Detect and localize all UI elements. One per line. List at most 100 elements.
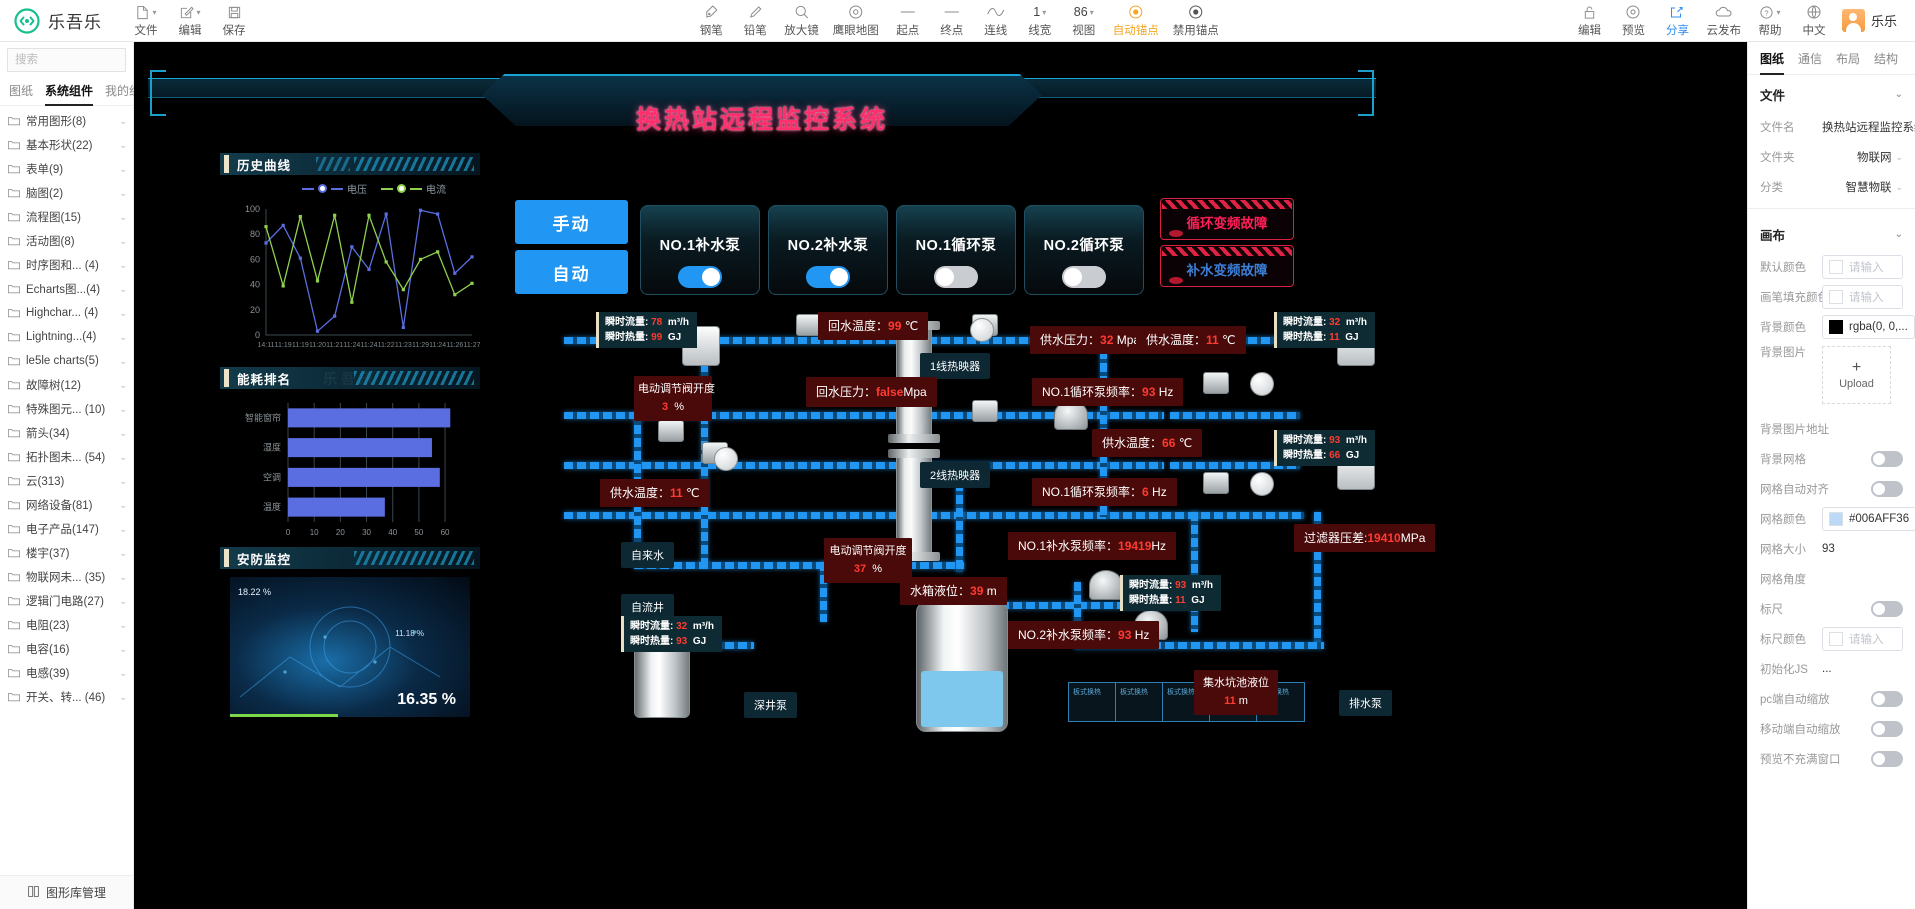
- pressure-gauge-4[interactable]: [1250, 472, 1274, 496]
- row-folder-value[interactable]: 物联网⌄: [1822, 149, 1903, 165]
- pressure-gauge-1[interactable]: [970, 318, 994, 342]
- toolbar-line-width-button[interactable]: 1 ▾ 线宽: [1018, 0, 1062, 42]
- prop-tab-drawing[interactable]: 图纸: [1760, 50, 1784, 74]
- toolbar-curve-button[interactable]: 连线: [974, 0, 1018, 42]
- color-swatch[interactable]: [1829, 512, 1843, 526]
- bg-color-input[interactable]: rgba(0, 0,...: [1822, 315, 1915, 339]
- color-swatch[interactable]: [1829, 320, 1843, 334]
- default-color-input[interactable]: 请输入: [1822, 255, 1903, 279]
- toolbar-pen-button[interactable]: 钢笔: [689, 0, 733, 42]
- tree-item-5[interactable]: 活动图(8)⌄: [0, 229, 133, 253]
- toolbar-line-start-button[interactable]: 起点: [886, 0, 930, 42]
- toolbar-save-button[interactable]: 保存: [212, 0, 256, 42]
- tree-item-0[interactable]: 常用图形(8)⌄: [0, 109, 133, 133]
- grid-size-value[interactable]: 93: [1822, 543, 1903, 555]
- pump-card-makeup-2[interactable]: NO.2补水泵: [768, 205, 888, 295]
- user-menu[interactable]: 乐乐: [1836, 0, 1907, 42]
- tree-item-21[interactable]: 电阻(23)⌄: [0, 613, 133, 637]
- valve-mid-b[interactable]: [1203, 372, 1229, 394]
- toolbar-view-zoom-button[interactable]: 86 ▾ 视图: [1062, 0, 1106, 42]
- tab-system-components[interactable]: 系统组件: [45, 82, 93, 105]
- toolbar-eagle-eye-button[interactable]: 鹰眼地图: [826, 0, 886, 42]
- tree-item-24[interactable]: 开关、转... (46)⌄: [0, 685, 133, 709]
- tree-item-2[interactable]: 表单(9)⌄: [0, 157, 133, 181]
- toolbar-help-button[interactable]: ? ▾ 帮助: [1748, 0, 1792, 42]
- tree-item-12[interactable]: 特殊图元... (10)⌄: [0, 397, 133, 421]
- toolbar-pencil-button[interactable]: 铅笔: [733, 0, 777, 42]
- prop-tab-structure[interactable]: 结构: [1874, 50, 1898, 74]
- toolbar-line-end-button[interactable]: 终点: [930, 0, 974, 42]
- preview-no-fill-toggle[interactable]: [1871, 751, 1903, 767]
- tree-item-13[interactable]: 箭头(34)⌄: [0, 421, 133, 445]
- pen-fill-color-input[interactable]: 请输入: [1822, 285, 1903, 309]
- grid-color-input[interactable]: #006AFF36: [1822, 507, 1915, 531]
- mode-manual-button[interactable]: 手动: [515, 200, 628, 244]
- bg-grid-toggle[interactable]: [1871, 451, 1903, 467]
- file-section-header[interactable]: 文件 ⌄: [1748, 75, 1915, 112]
- toolbar-lock-edit-button[interactable]: 编辑: [1567, 0, 1611, 42]
- pump-card-makeup-1[interactable]: NO.1补水泵: [640, 205, 760, 295]
- valve-mid-a[interactable]: [972, 400, 998, 422]
- tree-item-3[interactable]: 脑图(2)⌄: [0, 181, 133, 205]
- toolbar-language-button[interactable]: 中文: [1792, 0, 1836, 42]
- library-manage-button[interactable]: 图形库管理: [0, 875, 133, 909]
- canvas[interactable]: 换热站远程监控系统 历史曲线: [134, 42, 1747, 909]
- tree-item-17[interactable]: 电子产品(147)⌄: [0, 517, 133, 541]
- color-swatch[interactable]: [1829, 290, 1843, 304]
- alarm-makeup-vfd[interactable]: 补水变频故障: [1160, 245, 1294, 287]
- color-swatch[interactable]: [1829, 260, 1843, 274]
- tree-item-9[interactable]: Lightning...(4)⌄: [0, 325, 133, 349]
- prop-tab-layout[interactable]: 布局: [1836, 50, 1860, 74]
- pump-switch-makeup-2[interactable]: [806, 266, 850, 288]
- mode-auto-button[interactable]: 自动: [515, 250, 628, 294]
- color-swatch[interactable]: [1829, 632, 1843, 646]
- tab-drawings[interactable]: 图纸: [9, 82, 33, 105]
- tree-item-4[interactable]: 流程图(15)⌄: [0, 205, 133, 229]
- ruler-toggle[interactable]: [1871, 601, 1903, 617]
- water-tank[interactable]: [916, 602, 1008, 732]
- toolbar-share-button[interactable]: 分享: [1655, 0, 1699, 42]
- tree-item-20[interactable]: 逻辑门电路(27)⌄: [0, 589, 133, 613]
- grid-snap-toggle[interactable]: [1871, 481, 1903, 497]
- toolbar-preview-button[interactable]: 预览: [1611, 0, 1655, 42]
- canvas-area[interactable]: 换热站远程监控系统 历史曲线: [134, 42, 1747, 909]
- mobile-auto-scale-toggle[interactable]: [1871, 721, 1903, 737]
- tree-item-16[interactable]: 网络设备(81)⌄: [0, 493, 133, 517]
- canvas-section-header[interactable]: 画布 ⌄: [1748, 215, 1915, 252]
- search-input[interactable]: [7, 48, 126, 72]
- tree-item-6[interactable]: 时序图和... (4)⌄: [0, 253, 133, 277]
- tree-item-18[interactable]: 楼宇(37)⌄: [0, 541, 133, 565]
- pump-switch-circ-1[interactable]: [934, 266, 978, 288]
- tree-item-23[interactable]: 电感(39)⌄: [0, 661, 133, 685]
- tree-item-1[interactable]: 基本形状(22)⌄: [0, 133, 133, 157]
- toolbar-file-button[interactable]: ▾ 文件: [124, 0, 168, 42]
- toolbar-edit-button[interactable]: ▾ 编辑: [168, 0, 212, 42]
- tree-item-15[interactable]: 云(313)⌄: [0, 469, 133, 493]
- tree-item-10[interactable]: le5le charts(5)⌄: [0, 349, 133, 373]
- pump-switch-circ-2[interactable]: [1062, 266, 1106, 288]
- tree-item-14[interactable]: 拓扑图未... (54)⌄: [0, 445, 133, 469]
- tree-item-11[interactable]: 故障树(12)⌄: [0, 373, 133, 397]
- row-category-value[interactable]: 智慧物联⌄: [1822, 179, 1903, 195]
- tree-item-8[interactable]: Highchar... (4)⌄: [0, 301, 133, 325]
- bg-image-upload[interactable]: + Upload: [1822, 346, 1891, 404]
- alarm-circulation-vfd[interactable]: 循环变频故障: [1160, 198, 1294, 240]
- pressure-gauge-3[interactable]: [1250, 372, 1274, 396]
- makeup-pump-icon-1[interactable]: [1089, 570, 1123, 600]
- ruler-color-input[interactable]: 请输入: [1822, 627, 1903, 651]
- toolbar-cloud-publish-button[interactable]: 云发布: [1699, 0, 1748, 42]
- tree-item-7[interactable]: Echarts图...(4)⌄: [0, 277, 133, 301]
- pump-card-circ-2[interactable]: NO.2循环泵: [1024, 205, 1144, 295]
- valve-mid-c[interactable]: [1203, 472, 1229, 494]
- pc-auto-scale-toggle[interactable]: [1871, 691, 1903, 707]
- toolbar-auto-anchor-button[interactable]: 自动锚点: [1106, 0, 1166, 42]
- pump-switch-makeup-1[interactable]: [678, 266, 722, 288]
- pressure-gauge-5[interactable]: [714, 447, 738, 471]
- brand[interactable]: 乐吾乐: [0, 8, 102, 34]
- tree-item-22[interactable]: 电容(16)⌄: [0, 637, 133, 661]
- tree-item-19[interactable]: 物联网未... (35)⌄: [0, 565, 133, 589]
- deep-well-boiler[interactable]: [634, 642, 690, 718]
- prop-tab-communication[interactable]: 通信: [1798, 50, 1822, 74]
- video-feed[interactable]: 18.22 % 11.18 % 16.35 %: [230, 577, 470, 717]
- toolbar-magnifier-button[interactable]: 放大镜: [777, 0, 826, 42]
